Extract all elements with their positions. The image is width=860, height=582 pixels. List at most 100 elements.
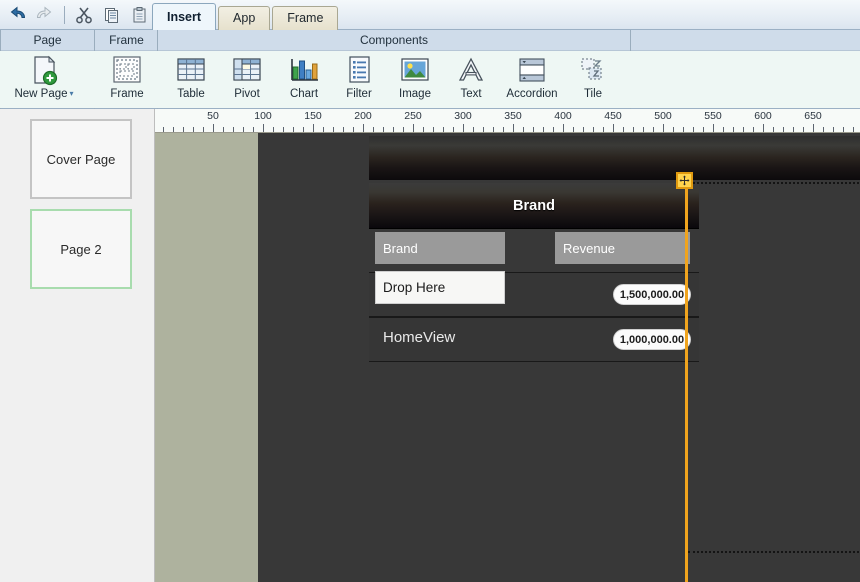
ruler-tick-minor <box>253 127 254 132</box>
ruler-tick-label: 200 <box>354 110 372 122</box>
ribbon-button-new-page[interactable]: New Page ▾ <box>12 53 76 108</box>
copy-icon[interactable] <box>99 2 125 28</box>
ruler-tick-minor <box>543 127 544 132</box>
toolbar-separator <box>64 6 65 24</box>
ruler-tick-major <box>313 124 314 132</box>
row-value-badge: 1,500,000.00 <box>613 284 691 305</box>
row-label: HomeView <box>383 329 456 346</box>
ruler-tick-minor <box>853 127 854 132</box>
ruler-tick-minor <box>683 127 684 132</box>
ribbon-button-image[interactable]: Image <box>383 53 447 108</box>
ruler-tick-label: 50 <box>207 110 219 122</box>
drop-target[interactable]: Drop Here <box>375 271 505 304</box>
ruler-tick-minor <box>553 127 554 132</box>
page-thumbnail-label: Page 2 <box>60 241 102 257</box>
page-thumbnail-page-2[interactable]: Page 2 <box>30 209 132 289</box>
ruler-tick-minor <box>533 127 534 132</box>
tab-app[interactable]: App <box>218 6 271 30</box>
ruler-tick-minor <box>273 127 274 132</box>
ruler-tick-minor <box>353 127 354 132</box>
ribbon-label-frame: Frame <box>110 88 144 100</box>
ruler-tick-minor <box>453 127 454 132</box>
ribbon-button-pivot[interactable]: Pivot <box>215 53 279 108</box>
accordion-icon <box>516 53 548 87</box>
ribbon-button-filter[interactable]: Filter <box>327 53 391 108</box>
page-thumbnail-cover-page[interactable]: Cover Page <box>30 119 132 199</box>
ruler-tick-minor <box>803 127 804 132</box>
ruler-tick-label: 600 <box>754 110 772 122</box>
frame-selection-guide-bottom <box>688 551 860 553</box>
ruler-tick-minor <box>293 127 294 132</box>
ruler-tick-major <box>513 124 514 132</box>
paste-icon[interactable] <box>127 2 153 28</box>
ruler-tick-minor <box>333 127 334 132</box>
redo-icon[interactable] <box>32 2 58 28</box>
column-header-brand[interactable]: Brand <box>375 232 505 264</box>
ruler-tick-minor <box>423 127 424 132</box>
ruler-tick-minor <box>723 127 724 132</box>
ruler-tick-major <box>763 124 764 132</box>
widget-title-label: Brand <box>513 197 555 214</box>
ruler-tick-minor <box>653 127 654 132</box>
ribbon-label-filter: Filter <box>346 88 372 100</box>
ruler-tick-major <box>713 124 714 132</box>
horizontal-ruler: 50 100 150 200 250 300 350 400 450 500 550 600 650 <box>155 109 860 133</box>
ribbon-button-tile[interactable]: Tile <box>561 53 625 108</box>
ruler-tick-label: 150 <box>304 110 322 122</box>
ruler-tick-label: 450 <box>604 110 622 122</box>
ruler-tick-minor <box>443 127 444 132</box>
chevron-down-icon[interactable]: ▾ <box>70 89 74 98</box>
quick-access-buttons <box>4 2 153 28</box>
undo-icon[interactable] <box>4 2 30 28</box>
page-thumbnail-label: Cover Page <box>46 151 116 167</box>
page-header-bar: Page 2 <box>369 136 860 180</box>
ribbon-button-frame[interactable]: Frame <box>95 53 159 108</box>
ruler-tick-minor <box>643 127 644 132</box>
tab-frame[interactable]: Frame <box>272 6 339 30</box>
ruler-tick-minor <box>193 127 194 132</box>
ribbon-label-table: Table <box>177 88 205 100</box>
drop-target-label: Drop Here <box>383 280 446 295</box>
ribbon-label-pivot: Pivot <box>234 88 260 100</box>
table-row[interactable]: HomeView 1,000,000.00 <box>369 317 699 362</box>
ribbon-button-text[interactable]: Text <box>439 53 503 108</box>
ruler-tick-minor <box>343 127 344 132</box>
ruler-tick-label: 350 <box>504 110 522 122</box>
table-icon <box>175 53 207 87</box>
ribbon-button-accordion[interactable]: Accordion <box>500 53 564 108</box>
ruler-tick-minor <box>173 127 174 132</box>
cut-icon[interactable] <box>71 2 97 28</box>
table-widget[interactable]: Brand Brand Revenue PAR 03 1,500,000.00 … <box>369 183 699 505</box>
filter-icon <box>344 53 374 87</box>
ruler-tick-label: 650 <box>804 110 822 122</box>
quick-access-toolbar: Insert App Frame <box>0 0 860 30</box>
page-surface[interactable]: Page 2 Brand Brand Revenue PAR 03 1,500,… <box>258 133 860 582</box>
ribbon-group-label-page: Page <box>33 33 62 47</box>
ribbon-label-image: Image <box>399 88 431 100</box>
ruler-tick-minor <box>603 127 604 132</box>
ruler-tick-major <box>463 124 464 132</box>
design-canvas[interactable]: Page 2 Brand Brand Revenue PAR 03 1,500,… <box>155 133 860 582</box>
app-window: Insert App Frame Page Frame Components N… <box>0 0 860 582</box>
ruler-tick-minor <box>693 127 694 132</box>
ruler-tick-label: 550 <box>704 110 722 122</box>
ribbon-tabs: Insert App Frame <box>152 3 340 30</box>
ruler-tick-minor <box>223 127 224 132</box>
ruler-tick-minor <box>573 127 574 132</box>
ribbon-body: New Page ▾ Frame Table Pivot Chart Filte… <box>0 51 860 108</box>
move-handle-icon[interactable] <box>676 172 693 189</box>
column-header-revenue[interactable]: Revenue <box>555 232 690 264</box>
tab-insert[interactable]: Insert <box>152 3 217 30</box>
ruler-tick-minor <box>843 127 844 132</box>
ruler-tick-label: 100 <box>254 110 272 122</box>
ribbon-button-table[interactable]: Table <box>159 53 223 108</box>
ruler-tick-label: 500 <box>654 110 672 122</box>
chart-icon <box>288 53 320 87</box>
ruler-tick-minor <box>823 127 824 132</box>
text-icon <box>456 53 486 87</box>
frame-selection-border <box>685 181 688 582</box>
row-value-badge: 1,000,000.00 <box>613 329 691 350</box>
new-page-icon <box>28 53 60 87</box>
ruler-tick-minor <box>673 127 674 132</box>
ruler-tick-major <box>363 124 364 132</box>
